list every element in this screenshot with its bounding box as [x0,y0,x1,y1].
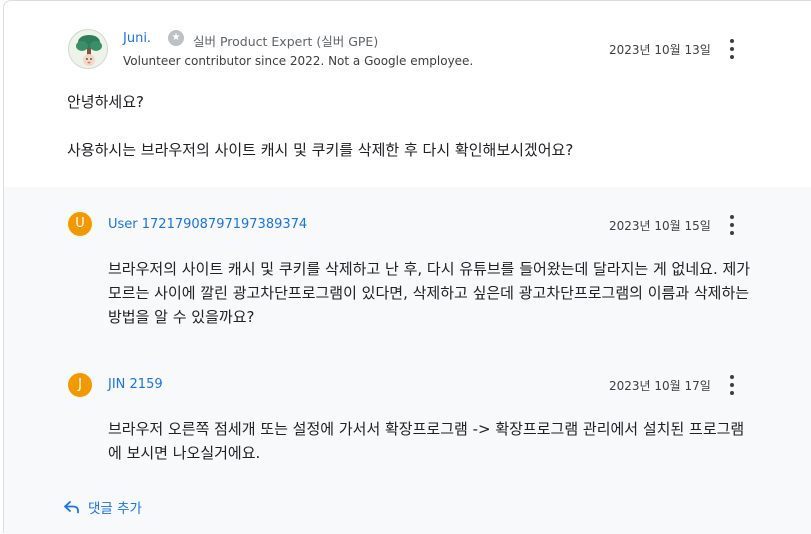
author-badge-label: 실버 Product Expert (실버 GPE) [193,34,379,49]
reply-arrow-icon [64,501,79,514]
post-more-options-icon[interactable] [725,39,739,59]
reply-date: 2023년 10월 15일 [609,219,711,233]
replies-section [4,187,811,534]
author-avatar[interactable] [68,29,108,69]
silver-star-badge-icon: ★ [168,30,184,46]
author-name[interactable]: Juni. [123,31,151,46]
add-reply-label: 댓글 추가 [88,501,142,517]
reply-text: 브라우저 오른쪽 점세개 또는 설정에 가서서 확장프로그램 -> 확장프로그램… [108,420,745,462]
reply-avatar[interactable]: U [68,212,92,236]
reply-more-options-icon[interactable] [725,375,739,395]
reply-more-options-icon[interactable] [725,215,739,235]
post-date: 2023년 10월 13일 [609,43,711,57]
post-greeting: 안녕하세요? [67,93,144,111]
post-body: 사용하시는 브라우저의 사이트 캐시 및 쿠키를 삭제한 후 다시 확인해보시겠… [67,141,574,159]
reply-avatar[interactable]: J [68,373,92,397]
reply-author-name[interactable]: JIN 2159 [108,377,163,392]
reply-text: 브라우저의 사이트 캐시 및 쿠키를 삭제하고 난 후, 다시 유튜브를 들어왔… [108,260,751,326]
reply-date: 2023년 10월 17일 [609,379,711,393]
author-subline: Volunteer contributor since 2022. Not a … [123,54,474,68]
add-reply-button[interactable]: 댓글 추가 [64,496,142,518]
reply-author-name[interactable]: User 17217908797197389374 [108,217,307,232]
